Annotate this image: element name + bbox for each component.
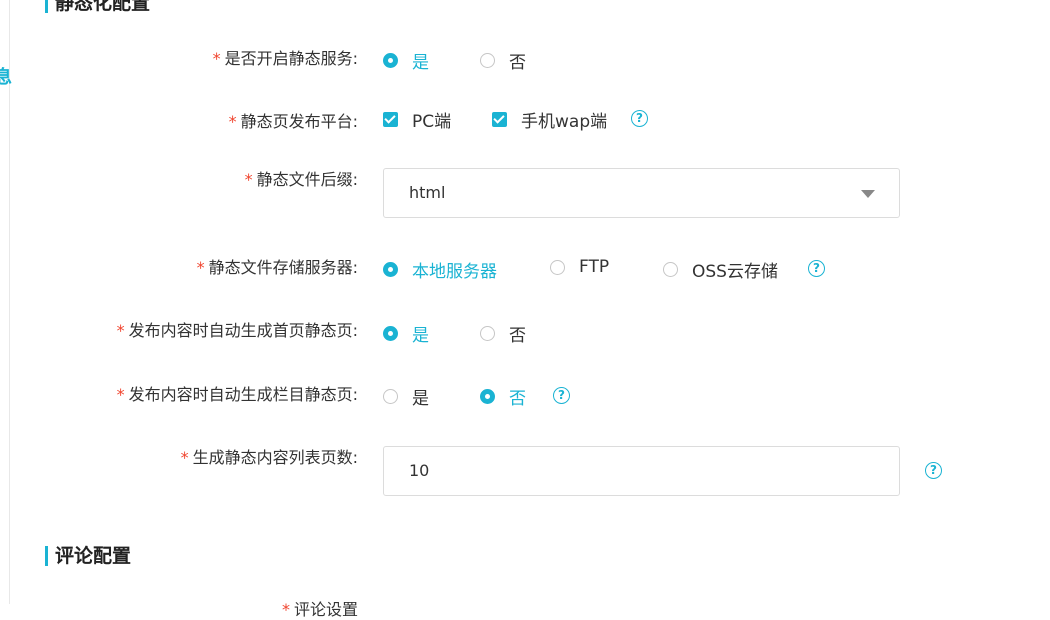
radio-checked-icon	[480, 389, 495, 404]
label-auto-column: * 发布内容时自动生成栏目静态页:	[116, 385, 358, 404]
checkbox-checked-icon	[383, 112, 398, 127]
label-auto-home: * 发布内容时自动生成首页静态页:	[116, 321, 358, 340]
left-panel-clipped-text: 息	[0, 67, 12, 88]
label-enable-static: * 是否开启静态服务:	[212, 49, 358, 68]
checkbox-checked-icon	[492, 112, 507, 127]
question-circle-icon[interactable]: ?	[808, 260, 825, 277]
radio-auto-column-no[interactable]: 否	[480, 384, 526, 409]
checkbox-platform-pc[interactable]: PC端	[383, 107, 451, 132]
suffix-select[interactable]: html	[383, 168, 900, 218]
question-circle-icon[interactable]: ?	[925, 462, 942, 479]
question-circle-icon[interactable]: ?	[631, 110, 648, 127]
caret-down-icon	[861, 190, 875, 198]
question-circle-icon[interactable]: ?	[553, 387, 570, 404]
list-pages-input[interactable]: 10	[383, 446, 900, 496]
radio-unchecked-icon	[383, 389, 398, 404]
radio-auto-home-yes[interactable]: 是	[383, 321, 429, 346]
label-comment-setting: * 评论设置	[281, 600, 358, 619]
suffix-select-value: html	[409, 183, 446, 202]
radio-storage-oss[interactable]: OSS云存储	[663, 257, 778, 282]
radio-checked-icon	[383, 326, 398, 341]
left-panel-edge	[0, 0, 10, 604]
section-title-comment: 评论配置	[45, 545, 131, 567]
label-storage: * 静态文件存储服务器:	[196, 258, 358, 277]
label-suffix: * 静态文件后缀:	[244, 170, 358, 189]
label-platform: * 静态页发布平台:	[228, 112, 358, 131]
radio-unchecked-icon	[480, 326, 495, 341]
radio-unchecked-icon	[663, 262, 678, 277]
radio-auto-column-yes[interactable]: 是	[383, 384, 429, 409]
radio-unchecked-icon	[550, 259, 565, 275]
radio-storage-local[interactable]: 本地服务器	[383, 257, 497, 282]
radio-enable-static-no[interactable]: 否	[480, 48, 526, 73]
list-pages-input-value: 10	[409, 461, 430, 480]
radio-enable-static-yes[interactable]: 是	[383, 48, 429, 73]
checkbox-platform-wap[interactable]: 手机wap端	[492, 107, 607, 132]
label-list-pages: * 生成静态内容列表页数:	[180, 448, 358, 467]
radio-auto-home-no[interactable]: 否	[480, 321, 526, 346]
radio-checked-icon	[383, 53, 398, 68]
radio-unchecked-icon	[480, 53, 495, 68]
section-title-static: 静态化配置	[45, 0, 150, 14]
radio-checked-icon	[383, 262, 398, 277]
radio-storage-ftp[interactable]: FTP	[550, 257, 609, 277]
